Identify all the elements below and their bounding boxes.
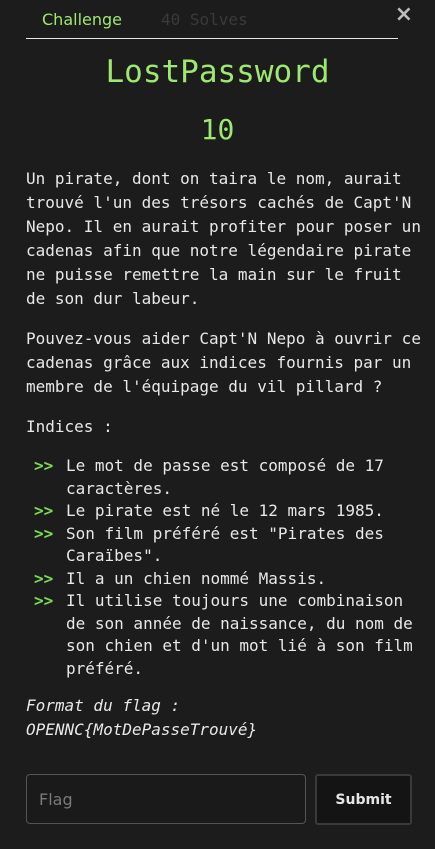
hint-marker: >> xyxy=(34,568,54,588)
hint-text: Il utilise toujours une combinaison de s… xyxy=(66,591,413,678)
hint-item: >> Le pirate est né le 12 mars 1985. xyxy=(26,500,422,523)
flag-format: Format du flag : OPENNC{MotDePasseTrouvé… xyxy=(26,694,422,742)
hint-item: >> Son film préféré est "Pirates des Cara… xyxy=(26,523,422,568)
hint-marker: >> xyxy=(34,456,54,475)
submit-button[interactable]: Submit xyxy=(315,774,412,825)
hint-text: Son film préféré est "Pirates des Caraïb… xyxy=(66,523,384,566)
hint-item: >> Il utilise toujours une combinaison de… xyxy=(26,590,422,680)
modal-tabs: Challenge 40 Solves xyxy=(26,8,398,39)
hint-text: Le pirate est né le 12 mars 1985. xyxy=(66,501,384,520)
hint-marker: >> xyxy=(34,501,54,520)
hint-marker: >> xyxy=(34,523,54,543)
tab-solves[interactable]: 40 Solves xyxy=(161,10,248,29)
description-paragraph-2: Pouvez-vous aider Capt'N Nepo à ouvrir c… xyxy=(26,329,421,396)
hint-item: >> Le mot de passe est composé de 17 cara… xyxy=(26,455,422,500)
hint-text: Le mot de passe est composé de 17 caract… xyxy=(66,456,384,498)
flag-input[interactable] xyxy=(26,774,306,824)
flag-format-label: Format du flag : xyxy=(26,696,181,715)
hints-list: >> Le mot de passe est composé de 17 cara… xyxy=(26,455,422,680)
close-icon[interactable]: × xyxy=(395,2,413,27)
description-paragraph-1: Un pirate, dont on taira le nom, aurait … xyxy=(26,169,421,308)
flag-format-value: OPENNC{MotDePasseTrouvé} xyxy=(26,720,258,739)
challenge-description: Un pirate, dont on taira le nom, aurait … xyxy=(26,167,422,742)
challenge-points: 10 xyxy=(200,113,235,146)
hint-marker: >> xyxy=(34,591,54,610)
hint-text: Il a un chien nommé Massis. xyxy=(66,568,327,588)
hints-title: Indices : xyxy=(26,417,113,436)
tab-challenge[interactable]: Challenge xyxy=(42,10,122,29)
challenge-title: LostPassword xyxy=(105,54,330,90)
hint-item: >> Il a un chien nommé Massis. xyxy=(26,568,422,591)
